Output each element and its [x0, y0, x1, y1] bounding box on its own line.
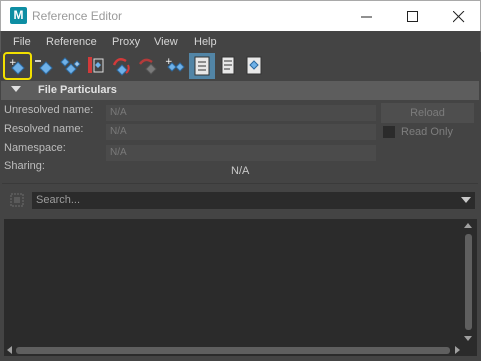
- namespace-label: Namespace:: [4, 142, 66, 154]
- read-only-checkbox[interactable]: [383, 126, 395, 138]
- toolbar: + +: [0, 52, 481, 80]
- minimize-icon: [361, 16, 372, 18]
- list-edits-button[interactable]: [215, 53, 241, 79]
- import-reference-icon: [60, 57, 81, 75]
- maximize-icon: [407, 11, 418, 22]
- menu-proxy[interactable]: Proxy: [112, 36, 140, 48]
- sharing-value: N/A: [231, 165, 250, 177]
- unresolved-name-field[interactable]: N/A: [106, 105, 376, 121]
- resolved-name-field[interactable]: N/A: [106, 124, 376, 140]
- reload-reference-button[interactable]: [110, 53, 136, 79]
- duplicate-reference-icon: +: [165, 57, 185, 72]
- list-view-icon: [194, 56, 210, 76]
- create-reference-button[interactable]: +: [3, 52, 32, 80]
- unload-reference-icon: [138, 58, 157, 75]
- resolved-name-label: Resolved name:: [4, 123, 84, 135]
- horizontal-scrollbar[interactable]: [4, 344, 462, 356]
- sharing-label: Sharing:: [4, 160, 45, 172]
- divider: [2, 183, 478, 184]
- search-dropdown-icon[interactable]: [461, 197, 471, 203]
- read-only-label: Read Only: [401, 126, 453, 138]
- unresolved-name-label: Unresolved name:: [4, 104, 94, 116]
- maya-logo-icon: M: [10, 7, 27, 24]
- load-reference-button[interactable]: [84, 53, 110, 79]
- scroll-right-icon[interactable]: [455, 346, 460, 354]
- title-bar: M Reference Editor: [0, 0, 481, 31]
- menu-bar: File Reference Proxy View Help: [0, 31, 481, 52]
- reload-reference-icon: [112, 57, 130, 76]
- menu-help[interactable]: Help: [194, 36, 217, 48]
- maximize-button[interactable]: [389, 1, 435, 31]
- section-title: File Particulars: [38, 84, 117, 96]
- file-particulars-header[interactable]: File Particulars: [1, 81, 479, 100]
- unload-reference-button[interactable]: [136, 53, 162, 79]
- menu-file[interactable]: File: [13, 36, 31, 48]
- list-view-button[interactable]: [189, 53, 215, 79]
- minimize-button[interactable]: [343, 1, 389, 31]
- collapse-arrow-icon[interactable]: [11, 86, 21, 92]
- reference-list[interactable]: [4, 219, 477, 356]
- list-edits-icon: [221, 56, 235, 75]
- scroll-up-icon[interactable]: [464, 223, 472, 228]
- close-icon: [453, 11, 465, 23]
- remove-reference-icon: [35, 60, 53, 75]
- window-bottom-edge: [0, 357, 481, 361]
- remove-reference-button[interactable]: [33, 53, 59, 79]
- import-reference-button[interactable]: [58, 53, 84, 79]
- scroll-left-icon[interactable]: [7, 346, 12, 354]
- scroll-down-icon[interactable]: [464, 336, 472, 341]
- file-info-icon: [246, 56, 262, 75]
- load-reference-icon: [88, 57, 104, 73]
- file-info-button[interactable]: [241, 53, 267, 79]
- filter-icon[interactable]: [10, 193, 24, 207]
- menu-reference[interactable]: Reference: [46, 36, 97, 48]
- duplicate-reference-button[interactable]: +: [162, 53, 188, 79]
- window-title: Reference Editor: [32, 9, 123, 23]
- vertical-scroll-thumb[interactable]: [465, 234, 472, 330]
- horizontal-scroll-thumb[interactable]: [16, 347, 450, 354]
- create-reference-icon: +: [9, 58, 25, 75]
- close-button[interactable]: [435, 1, 481, 31]
- vertical-scrollbar[interactable]: [462, 220, 475, 345]
- namespace-field[interactable]: N/A: [106, 145, 376, 161]
- search-input[interactable]: Search...: [32, 192, 475, 209]
- reload-button[interactable]: Reload: [381, 103, 474, 123]
- menu-view[interactable]: View: [154, 36, 178, 48]
